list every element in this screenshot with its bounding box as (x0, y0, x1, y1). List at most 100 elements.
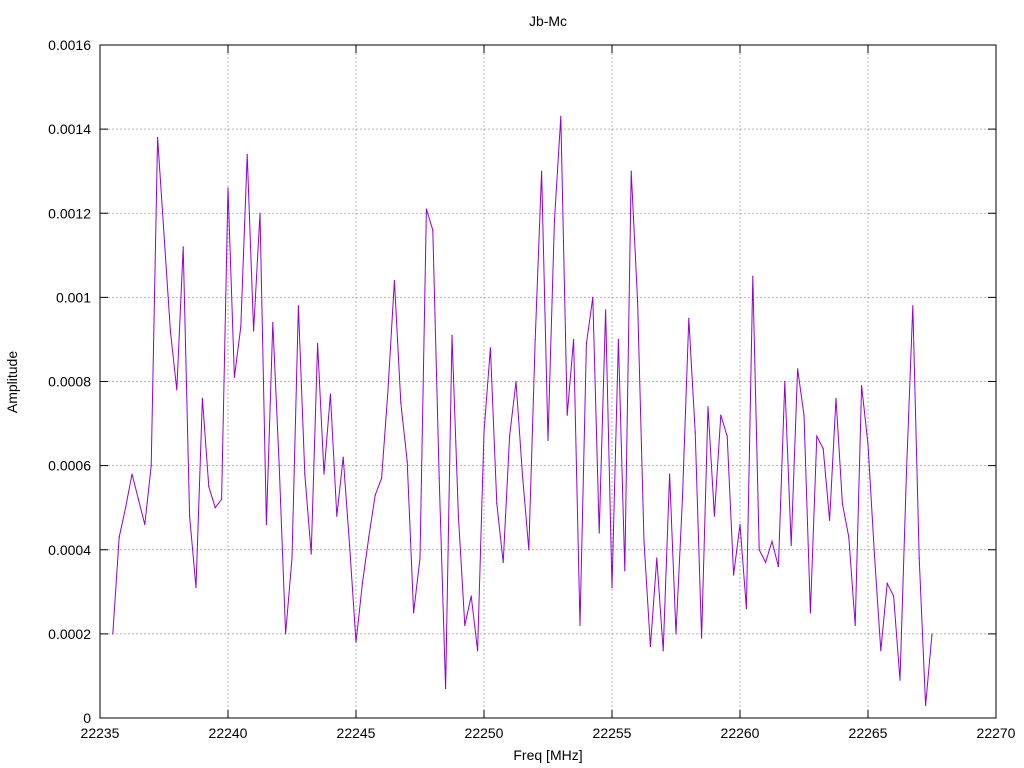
data-point (438, 477, 440, 479)
y-tick-label: 0.0006 (48, 458, 91, 474)
y-tick-label: 0.0008 (48, 374, 91, 390)
data-point (464, 624, 466, 627)
data-point (861, 385, 863, 387)
data-point (720, 414, 722, 416)
data-point (611, 587, 613, 589)
data-point (822, 448, 824, 450)
data-point (285, 633, 287, 635)
data-point (176, 389, 178, 391)
data-point (157, 136, 159, 139)
data-point (777, 565, 780, 568)
data-point (585, 343, 588, 345)
data-point (432, 229, 434, 231)
data-point (201, 397, 203, 399)
data-point (477, 650, 479, 652)
data-point (841, 502, 844, 505)
data-point (560, 115, 562, 118)
data-point (387, 389, 389, 391)
data-point (617, 338, 620, 341)
y-tick-label: 0.0002 (48, 626, 91, 642)
data-point (509, 435, 511, 437)
data-point (733, 574, 735, 576)
data-point (726, 435, 728, 437)
data-point (125, 507, 127, 509)
data-point (489, 347, 491, 349)
data-point (848, 536, 850, 538)
y-axis-label: Amplitude (4, 351, 20, 413)
data-point (784, 380, 786, 383)
x-tick-labels: 22235 22240 22245 22250 22255 22260 22265 22270 (81, 725, 1016, 741)
data-point (451, 334, 453, 336)
grid (100, 45, 996, 718)
x-tick-label: 22235 (81, 725, 120, 741)
data-point (169, 330, 171, 332)
x-tick-label: 22270 (977, 725, 1016, 741)
data-point (342, 456, 344, 458)
data-point (496, 502, 498, 505)
data-point (553, 221, 556, 223)
data-point (221, 498, 223, 500)
data-point (182, 246, 184, 248)
data-point (470, 595, 472, 597)
data-point (771, 540, 773, 542)
chart-title: Jb-Mc (529, 13, 567, 29)
data-point (886, 582, 888, 585)
y-tick-label: 0 (83, 710, 91, 726)
data-point (816, 435, 818, 437)
data-point (803, 414, 805, 416)
x-tick-label: 22255 (593, 725, 632, 741)
series-group (112, 115, 933, 706)
x-axis-label: Freq [MHz] (513, 747, 582, 763)
data-point (483, 431, 485, 433)
data-point (150, 465, 152, 467)
data-point (131, 473, 133, 475)
data-point (323, 473, 325, 475)
data-point (713, 515, 716, 517)
data-point (246, 153, 248, 155)
data-point (707, 406, 709, 408)
data-point (758, 549, 760, 551)
data-point (624, 570, 626, 572)
data-point (541, 170, 543, 172)
data-point (790, 544, 792, 547)
data-point (413, 612, 415, 614)
data-point (425, 208, 427, 210)
data-point (317, 343, 319, 345)
data-point (931, 633, 933, 635)
y-tick-label: 0.0012 (48, 205, 91, 221)
data-point (605, 309, 607, 311)
series-line (112, 116, 933, 706)
data-point (521, 473, 524, 475)
data-point (893, 595, 895, 597)
data-point (675, 633, 677, 635)
data-point (579, 624, 581, 627)
data-point (592, 296, 594, 298)
data-point (349, 544, 351, 547)
data-point (528, 549, 530, 551)
data-point (310, 553, 312, 555)
data-point (259, 212, 261, 214)
data-point (515, 380, 517, 383)
data-point (637, 300, 639, 303)
data-point (297, 305, 299, 307)
data-point (291, 557, 293, 559)
data-point (669, 473, 671, 475)
data-point (656, 557, 658, 559)
data-point (925, 704, 927, 706)
data-point (899, 679, 901, 681)
data-point (233, 376, 235, 378)
data-point (208, 486, 210, 488)
data-point (566, 414, 568, 416)
data-point (381, 477, 383, 479)
data-point (195, 587, 197, 589)
data-point (355, 641, 357, 643)
data-point (534, 338, 536, 341)
y-tick-label: 0.001 (56, 289, 91, 305)
data-point (880, 650, 882, 652)
data-point (835, 397, 837, 399)
data-point (701, 637, 703, 639)
data-point (368, 536, 370, 538)
data-point (502, 561, 504, 563)
data-point (905, 473, 908, 475)
y-tick-label: 0.0004 (48, 542, 91, 558)
